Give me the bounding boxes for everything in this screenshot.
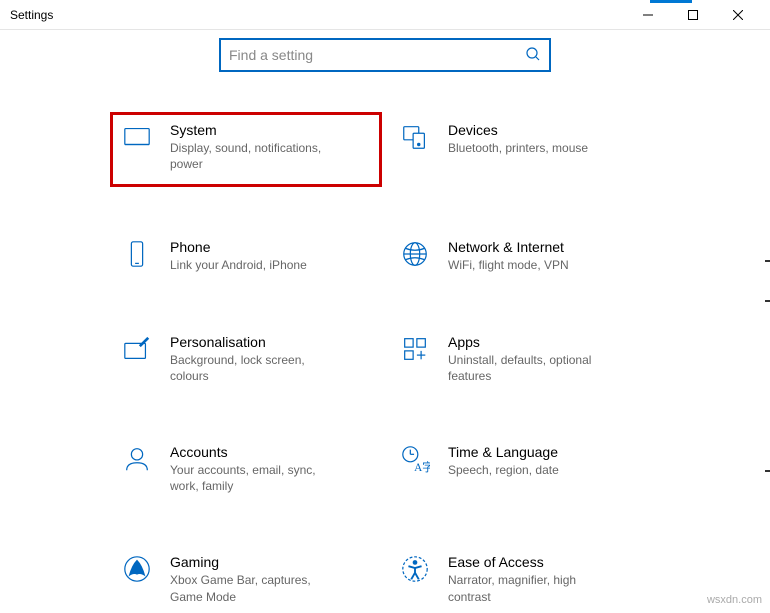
- svg-text:A字: A字: [414, 460, 430, 474]
- tile-title: Time & Language: [448, 444, 650, 460]
- tile-personalisation[interactable]: Personalisation Background, lock screen,…: [110, 324, 382, 392]
- tile-sub: Display, sound, notifications, power: [170, 140, 330, 172]
- tile-title: Phone: [170, 239, 372, 255]
- tile-title: Network & Internet: [448, 239, 650, 255]
- tile-title: Accounts: [170, 444, 372, 460]
- tile-title: Personalisation: [170, 334, 372, 350]
- tile-sub: Bluetooth, printers, mouse: [448, 140, 608, 156]
- tile-sub: Narrator, magnifier, high contrast: [448, 572, 608, 604]
- gaming-icon: [120, 552, 154, 586]
- tile-apps[interactable]: Apps Uninstall, defaults, optional featu…: [388, 324, 660, 392]
- tile-phone[interactable]: Phone Link your Android, iPhone: [110, 229, 382, 281]
- maximize-button[interactable]: [670, 0, 715, 30]
- ease-of-access-icon: [398, 552, 432, 586]
- apps-icon: [398, 332, 432, 366]
- tile-sub: Link your Android, iPhone: [170, 257, 330, 273]
- edge-tick: [765, 470, 770, 472]
- phone-icon: [120, 237, 154, 271]
- edge-tick: [765, 300, 770, 302]
- search-icon: [525, 46, 541, 65]
- tile-title: Ease of Access: [448, 554, 650, 570]
- close-button[interactable]: [715, 0, 760, 30]
- network-icon: [398, 237, 432, 271]
- window-title: Settings: [10, 8, 53, 22]
- tile-sub: Speech, region, date: [448, 462, 608, 478]
- accounts-icon: [120, 442, 154, 476]
- edge-tick: [765, 260, 770, 262]
- tile-time-language[interactable]: A字 Time & Language Speech, region, date: [388, 434, 660, 502]
- minimize-button[interactable]: [625, 0, 670, 30]
- personalisation-icon: [120, 332, 154, 366]
- tile-title: Gaming: [170, 554, 372, 570]
- search-box[interactable]: [219, 38, 551, 72]
- devices-icon: [398, 120, 432, 154]
- tile-ease-of-access[interactable]: Ease of Access Narrator, magnifier, high…: [388, 544, 660, 612]
- tile-system[interactable]: System Display, sound, notifications, po…: [110, 112, 382, 187]
- tile-title: System: [170, 122, 372, 138]
- accent-bar: [650, 0, 692, 3]
- tile-gaming[interactable]: Gaming Xbox Game Bar, captures, Game Mod…: [110, 544, 382, 612]
- tile-sub: Xbox Game Bar, captures, Game Mode: [170, 572, 330, 604]
- titlebar: Settings: [0, 0, 770, 30]
- settings-grid: System Display, sound, notifications, po…: [0, 112, 770, 613]
- tile-sub: Background, lock screen, colours: [170, 352, 330, 384]
- tile-devices[interactable]: Devices Bluetooth, printers, mouse: [388, 112, 660, 187]
- tile-title: Devices: [448, 122, 650, 138]
- system-icon: [120, 120, 154, 154]
- tile-accounts[interactable]: Accounts Your accounts, email, sync, wor…: [110, 434, 382, 502]
- tile-title: Apps: [448, 334, 650, 350]
- time-language-icon: A字: [398, 442, 432, 476]
- tile-sub: WiFi, flight mode, VPN: [448, 257, 608, 273]
- tile-sub: Your accounts, email, sync, work, family: [170, 462, 330, 494]
- tile-sub: Uninstall, defaults, optional features: [448, 352, 608, 384]
- tile-network[interactable]: Network & Internet WiFi, flight mode, VP…: [388, 229, 660, 281]
- watermark: wsxdn.com: [707, 594, 762, 606]
- search-input[interactable]: [229, 47, 525, 63]
